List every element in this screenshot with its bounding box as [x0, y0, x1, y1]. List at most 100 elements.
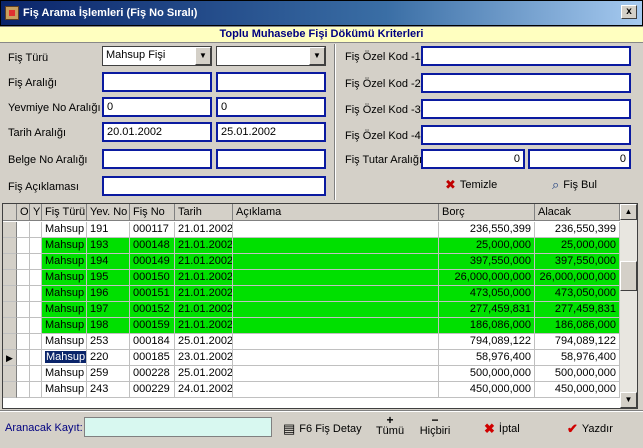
tarih-from[interactable]: 20.01.2002 [102, 122, 212, 142]
cell-alacak: 58,976,400 [535, 350, 620, 366]
grid-header-tarih[interactable]: Tarih [175, 204, 233, 221]
tutar-from[interactable]: 0 [421, 149, 525, 169]
cell-y [30, 318, 42, 334]
search-input[interactable] [84, 417, 272, 437]
cell-yev-no: 220 [87, 350, 130, 366]
table-row[interactable]: Mahsup 194 000149 21.01.2002 397,550,000 397,… [3, 254, 620, 270]
ozel1-field[interactable] [421, 46, 631, 66]
cell-fis-no: 000229 [130, 382, 175, 398]
app-icon [5, 6, 19, 20]
cell-y [30, 286, 42, 302]
cell-borc: 397,550,000 [439, 254, 535, 270]
table-row[interactable]: Mahsup 198 000159 21.01.2002 186,086,000 186,… [3, 318, 620, 334]
cell-fis-turu: Mahsup [42, 286, 87, 302]
tarih-to[interactable]: 25.01.2002 [216, 122, 326, 142]
cell-borc: 277,459,831 [439, 302, 535, 318]
cell-borc: 186,086,000 [439, 318, 535, 334]
table-row[interactable]: Mahsup 253 000184 25.01.2002 794,089,122 794,… [3, 334, 620, 350]
chevron-down-icon[interactable]: ▼ [195, 47, 211, 65]
cell-o [17, 318, 30, 334]
vertical-scrollbar[interactable]: ▲ ▼ [620, 204, 637, 408]
temizle-button[interactable]: ✖ Temizle [445, 177, 497, 193]
yevmiye-label: Yevmiye No Aralığı [8, 102, 101, 114]
cell-tarih: 21.01.2002 [175, 302, 233, 318]
cell-tarih: 24.01.2002 [175, 382, 233, 398]
yazdir-button[interactable]: ✔ Yazdır [567, 421, 613, 437]
cell-fis-turu: Mahsup [42, 366, 87, 382]
table-row[interactable]: Mahsup 193 000148 21.01.2002 25,000,000 25,00… [3, 238, 620, 254]
cell-aciklama [233, 254, 439, 270]
search-label: Aranacak Kayıt: [5, 422, 83, 434]
cell-o [17, 222, 30, 238]
table-row[interactable]: Mahsup 197 000152 21.01.2002 277,459,831 277,… [3, 302, 620, 318]
iptal-button[interactable]: ✖ İptal [484, 421, 520, 437]
cell-borc: 450,000,000 [439, 382, 535, 398]
table-row[interactable]: Mahsup 243 000229 24.01.2002 450,000,000 450,… [3, 382, 620, 398]
f6-fis-detay-button[interactable]: ▤ F6 Fiş Detay [283, 421, 362, 437]
fis-araligi-from[interactable] [102, 72, 212, 92]
yevmiye-from[interactable]: 0 [102, 97, 212, 117]
ozel4-label: Fiş Özel Kod -4 [345, 130, 421, 142]
cell-alacak: 236,550,399 [535, 222, 620, 238]
cell-alacak: 473,050,000 [535, 286, 620, 302]
table-row[interactable]: Mahsup 195 000150 21.01.2002 26,000,000,000 2… [3, 270, 620, 286]
scroll-up-icon[interactable]: ▲ [620, 204, 637, 220]
cell-fis-turu: Mahsup [42, 382, 87, 398]
scroll-down-icon[interactable]: ▼ [620, 392, 637, 408]
cell-fis-turu: Mahsup [42, 238, 87, 254]
chevron-down-icon[interactable]: ▼ [309, 47, 325, 65]
cell-o [17, 238, 30, 254]
cell-o [17, 334, 30, 350]
fis-turu-select-2[interactable]: ▼ [216, 46, 326, 66]
cell-borc: 500,000,000 [439, 366, 535, 382]
cell-yev-no: 194 [87, 254, 130, 270]
cell-borc: 473,050,000 [439, 286, 535, 302]
table-row[interactable]: Mahsup 191 000117 21.01.2002 236,550,399 236,… [3, 222, 620, 238]
grid-header-y[interactable]: Y [30, 204, 42, 221]
aciklama-field[interactable] [102, 176, 326, 196]
criteria-divider [334, 44, 336, 200]
grid-header-alacak[interactable]: Alacak [535, 204, 620, 221]
window-title: Fiş Arama İşlemleri (Fiş No Sıralı) [23, 7, 198, 19]
row-indicator: ▶ [3, 350, 17, 366]
temizle-label: Temizle [459, 178, 498, 191]
belge-from[interactable] [102, 149, 212, 169]
cell-tarih: 21.01.2002 [175, 254, 233, 270]
row-indicator [3, 222, 17, 238]
selected-cell-value[interactable]: Mahsup [43, 350, 86, 364]
cell-o [17, 254, 30, 270]
table-row[interactable]: Mahsup 259 000228 25.01.2002 500,000,000 500,… [3, 366, 620, 382]
yevmiye-to[interactable]: 0 [216, 97, 326, 117]
cell-fis-no: 000150 [130, 270, 175, 286]
fis-bul-button[interactable]: ⌕ Fiş Bul [552, 177, 597, 193]
cell-fis-no: 000184 [130, 334, 175, 350]
belge-to[interactable] [216, 149, 326, 169]
tumu-button[interactable]: + Tümü [375, 414, 405, 437]
hicbiri-button[interactable]: − Hiçbiri [418, 414, 452, 437]
scroll-thumb[interactable] [620, 261, 637, 291]
row-indicator [3, 334, 17, 350]
grid-header-o[interactable]: O [17, 204, 30, 221]
table-row[interactable]: Mahsup 196 000151 21.01.2002 473,050,000 473,… [3, 286, 620, 302]
hicbiri-label: Hiçbiri [419, 425, 451, 437]
grid-header-borc[interactable]: Borç [439, 204, 535, 221]
close-button[interactable]: x [621, 5, 637, 19]
tutar-to[interactable]: 0 [528, 149, 631, 169]
cell-fis-turu: Mahsup [42, 302, 87, 318]
fis-araligi-label: Fiş Aralığı [8, 77, 57, 89]
grid-header-yev-no[interactable]: Yev. No [87, 204, 130, 221]
table-row[interactable]: ▶ Mahsup 220 000185 23.01.2002 58,976,400 58,9… [3, 350, 620, 366]
cell-o [17, 302, 30, 318]
ozel4-field[interactable] [421, 125, 631, 145]
fis-grid[interactable]: O Y Fiş Türü Yev. No Fiş No Tarih Açıkla… [2, 203, 638, 409]
ozel3-field[interactable] [421, 99, 631, 119]
ozel2-field[interactable] [421, 73, 631, 93]
tarih-label: Tarih Aralığı [8, 127, 67, 139]
fis-araligi-to[interactable] [216, 72, 326, 92]
row-indicator [3, 270, 17, 286]
cell-fis-turu: Mahsup [42, 222, 87, 238]
grid-header-fis-no[interactable]: Fiş No [130, 204, 175, 221]
grid-header-aciklama[interactable]: Açıklama [233, 204, 439, 221]
grid-header-fis-turu[interactable]: Fiş Türü [42, 204, 87, 221]
fis-turu-select[interactable]: Mahsup Fişi ▼ [102, 46, 212, 66]
